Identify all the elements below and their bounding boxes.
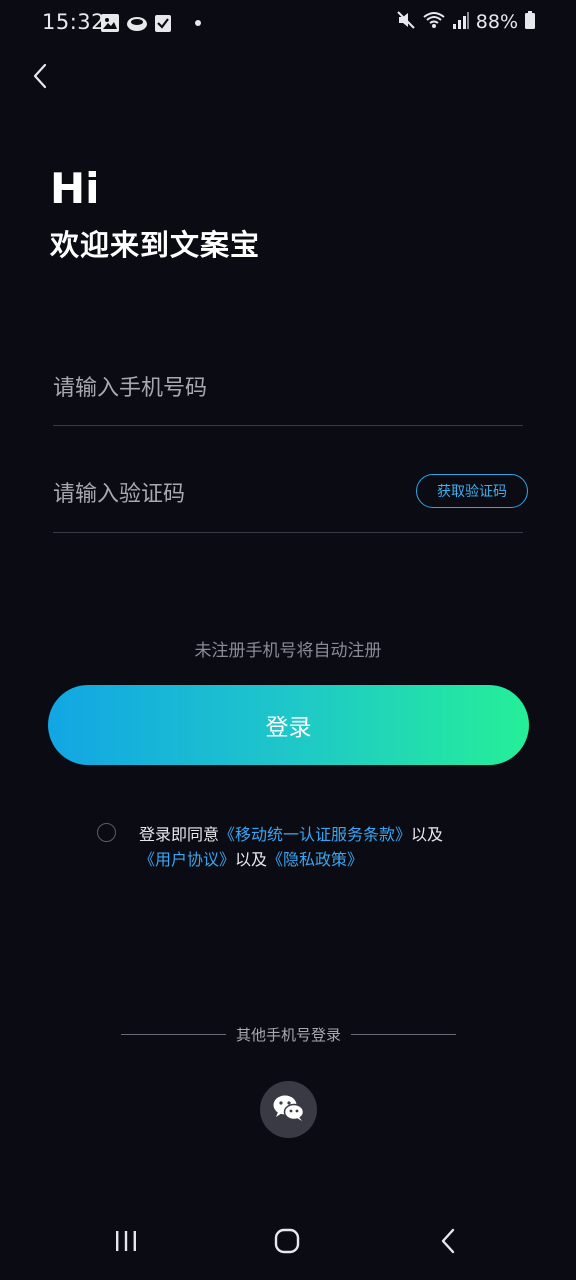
wifi-icon	[422, 10, 446, 34]
system-nav-bar	[0, 1205, 576, 1280]
system-status-icons: 88%	[396, 10, 536, 34]
status-bar: 15:32 88%	[0, 0, 576, 48]
wechat-login-button[interactable]	[260, 1081, 317, 1138]
code-field: 获取验证码	[53, 474, 528, 533]
recent-apps-icon	[113, 1229, 139, 1257]
user-agreement-link[interactable]: 《用户协议》	[139, 850, 235, 869]
get-code-button[interactable]: 获取验证码	[416, 474, 528, 508]
checkbox-icon	[154, 13, 172, 33]
login-button[interactable]: 登录	[48, 685, 529, 765]
other-login-divider: 其他手机号登录	[121, 1024, 456, 1046]
battery-icon	[524, 10, 536, 34]
divider-line-right	[351, 1034, 456, 1035]
agreement-checkbox[interactable]	[97, 823, 116, 842]
privacy-policy-link[interactable]: 《隐私政策》	[267, 850, 363, 869]
system-back-button[interactable]	[428, 1225, 468, 1261]
image-icon	[100, 13, 120, 33]
agreement-text: 登录即同意《移动统一认证服务条款》以及 《用户协议》以及《隐私政策》	[139, 822, 469, 872]
back-button[interactable]	[22, 58, 58, 98]
signal-icon	[452, 10, 470, 34]
mute-icon	[396, 10, 416, 34]
cloud-icon	[126, 13, 148, 33]
home-icon	[273, 1227, 301, 1259]
dot-icon	[194, 19, 202, 27]
agreement-and-1: 以及	[411, 825, 444, 844]
chevron-left-icon	[31, 62, 49, 94]
phone-field	[53, 368, 523, 426]
greeting-title: Hi	[50, 164, 100, 213]
auto-register-hint: 未注册手机号将自动注册	[194, 641, 382, 661]
back-icon	[439, 1227, 457, 1259]
welcome-title: 欢迎来到文案宝	[50, 228, 261, 262]
mobile-auth-terms-link[interactable]: 《移动统一认证服务条款》	[219, 825, 411, 844]
status-time: 15:32	[42, 10, 106, 34]
agreement-and-2: 以及	[235, 850, 268, 869]
verification-code-input[interactable]	[53, 474, 393, 514]
battery-percent: 88%	[475, 11, 518, 33]
notification-icons	[100, 13, 202, 33]
home-button[interactable]	[267, 1225, 307, 1261]
recent-apps-button[interactable]	[106, 1225, 146, 1261]
phone-input[interactable]	[53, 368, 393, 408]
agreement-prefix: 登录即同意	[139, 825, 220, 844]
wechat-icon	[272, 1093, 306, 1127]
